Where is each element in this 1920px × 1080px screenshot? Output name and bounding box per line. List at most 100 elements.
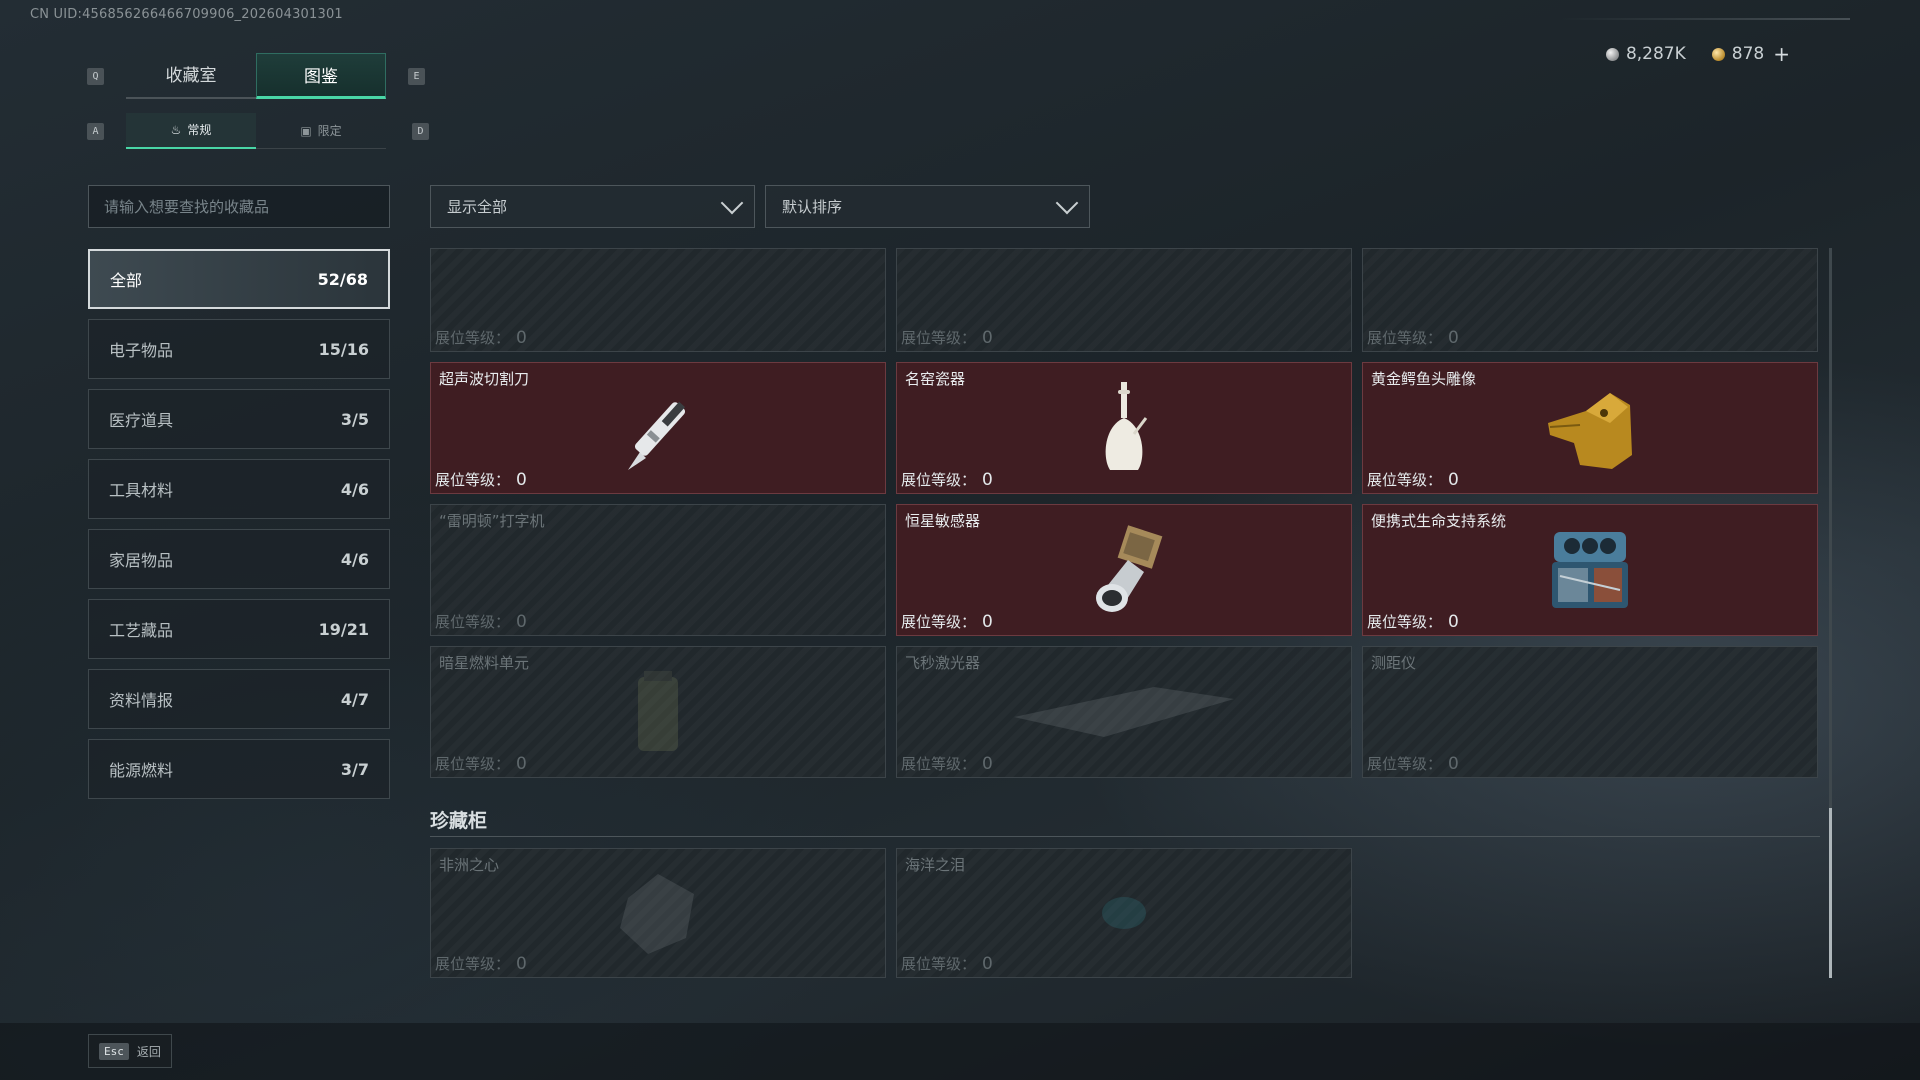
category-label: 家居物品	[109, 551, 174, 570]
filter-dropdown[interactable]: 显示全部	[430, 185, 755, 228]
category-label: 工具材料	[109, 481, 174, 500]
card-level: 展位等级： 0	[435, 954, 527, 974]
card-level: 展位等级： 0	[901, 612, 993, 632]
card-name: 超声波切割刀	[439, 370, 530, 388]
filter-dropdown-value: 显示全部	[447, 198, 508, 216]
silver-coin-icon	[1605, 47, 1619, 61]
card-name: “雷明顿”打字机	[439, 512, 545, 530]
category-label: 全部	[110, 271, 143, 290]
scrollbar[interactable]	[1829, 248, 1832, 978]
category-label: 医疗道具	[109, 411, 174, 430]
card-name: 恒星敏感器	[905, 512, 981, 530]
category-crafts[interactable]: 工艺藏品 19/21	[88, 599, 390, 659]
collection-card[interactable]: 展位等级： 0	[430, 248, 886, 352]
card-name: 测距仪	[1371, 654, 1417, 672]
flame-icon: ♨	[170, 123, 182, 137]
tab-codex[interactable]: 图鉴	[256, 53, 386, 99]
category-all[interactable]: 全部 52/68	[88, 249, 390, 309]
cabinet-card[interactable]: 海洋之泪 展位等级： 0	[896, 848, 1352, 978]
card-level: 展位等级： 0	[1367, 470, 1459, 490]
card-level: 展位等级： 0	[901, 754, 993, 774]
card-level: 展位等级： 0	[1367, 328, 1459, 348]
collection-card[interactable]: 展位等级： 0	[896, 248, 1352, 352]
collection-card[interactable]: 黄金鳄鱼头雕像 展位等级： 0	[1362, 362, 1818, 494]
key-hint-prev-tab: Q	[87, 68, 104, 85]
category-label: 电子物品	[109, 341, 174, 360]
category-count: 3/5	[340, 409, 369, 429]
subtab-regular-label: 常规	[187, 123, 212, 137]
card-level: 展位等级： 0	[901, 328, 993, 348]
collection-card[interactable]: “雷明顿”打字机 展位等级： 0	[430, 504, 886, 636]
top-divider	[1560, 18, 1850, 20]
category-count: 4/6	[340, 549, 369, 569]
esc-key-hint: Esc	[99, 1042, 129, 1060]
search-input[interactable]	[88, 185, 390, 228]
category-label: 资料情报	[109, 691, 174, 710]
card-level: 展位等级： 0	[435, 612, 527, 632]
category-medical[interactable]: 医疗道具 3/5	[88, 389, 390, 449]
card-name: 名窑瓷器	[905, 370, 966, 388]
collection-card[interactable]: 飞秒激光器 展位等级： 0	[896, 646, 1352, 778]
category-count: 19/21	[318, 619, 369, 639]
card-name: 便携式生命支持系统	[1371, 512, 1507, 530]
key-hint-next-sub: D	[412, 123, 429, 140]
category-energy[interactable]: 能源燃料 3/7	[88, 739, 390, 799]
card-level: 展位等级： 0	[1367, 754, 1459, 774]
collection-card[interactable]: 暗星燃料单元 展位等级： 0	[430, 646, 886, 778]
currency-bar: 8,287K 878 +	[1605, 42, 1790, 66]
player-uid: CN UID:456856266466709906_202604301301	[30, 7, 343, 22]
collection-card[interactable]: 测距仪 展位等级： 0	[1362, 646, 1818, 778]
cabinet-card[interactable]: 非洲之心 展位等级： 0	[430, 848, 886, 978]
chevron-down-icon	[720, 191, 744, 214]
ultrasonic-knife-icon	[628, 401, 686, 470]
key-hint-prev-sub: A	[87, 123, 104, 140]
tab-collection-room[interactable]: 收藏室	[126, 53, 256, 99]
card-level: 展位等级： 0	[435, 328, 527, 348]
card-name: 暗星燃料单元	[439, 654, 530, 672]
category-count: 3/7	[340, 759, 369, 779]
card-level: 展位等级： 0	[435, 470, 527, 490]
silver-currency: 8,287K	[1605, 44, 1686, 64]
category-count: 52/68	[317, 269, 368, 289]
main-tabs: 收藏室 图鉴	[126, 53, 386, 99]
collection-card[interactable]: 超声波切割刀 展位等级： 0	[430, 362, 886, 494]
sub-tabs: ♨ 常规 ▣ 限定	[126, 113, 386, 149]
add-currency-button[interactable]: +	[1773, 42, 1790, 66]
porcelain-vase-icon	[1105, 382, 1148, 470]
category-list: 全部 52/68 电子物品 15/16 医疗道具 3/5 工具材料 4/6 家居物品 4/…	[88, 249, 390, 809]
diamond-icon	[620, 874, 694, 954]
category-count: 4/7	[340, 689, 369, 709]
category-count: 4/6	[340, 479, 369, 499]
sort-dropdown-value: 默认排序	[782, 198, 843, 216]
subtab-limited[interactable]: ▣ 限定	[256, 113, 386, 149]
category-tools[interactable]: 工具材料 4/6	[88, 459, 390, 519]
category-electronics[interactable]: 电子物品 15/16	[88, 319, 390, 379]
silver-amount: 8,287K	[1625, 44, 1686, 64]
footer-bar	[0, 1023, 1920, 1080]
image-icon: ▣	[300, 123, 312, 138]
collection-card[interactable]: 便携式生命支持系统 展位等级： 0	[1362, 504, 1818, 636]
collection-card[interactable]: 名窑瓷器 展位等级： 0	[896, 362, 1352, 494]
category-label: 能源燃料	[109, 761, 174, 780]
subtab-regular[interactable]: ♨ 常规	[126, 113, 256, 149]
section-divider	[430, 836, 1820, 837]
category-household[interactable]: 家居物品 4/6	[88, 529, 390, 589]
card-name: 黄金鳄鱼头雕像	[1371, 370, 1477, 388]
laser-icon	[1014, 687, 1234, 737]
category-label: 工艺藏品	[109, 621, 174, 640]
fuel-cell-icon	[638, 671, 678, 751]
card-name: 海洋之泪	[905, 856, 966, 874]
subtab-limited-label: 限定	[317, 123, 342, 138]
star-sensor-icon	[1096, 525, 1163, 612]
gold-amount: 878	[1731, 44, 1765, 64]
collection-card[interactable]: 展位等级： 0	[1362, 248, 1818, 352]
card-level: 展位等级： 0	[435, 754, 527, 774]
sort-dropdown[interactable]: 默认排序	[765, 185, 1090, 228]
collection-card[interactable]: 恒星敏感器 展位等级： 0	[896, 504, 1352, 636]
cabinet-section-title: 珍藏柜	[430, 810, 488, 832]
gold-crocodile-icon	[1548, 393, 1632, 469]
category-intel[interactable]: 资料情报 4/7	[88, 669, 390, 729]
scrollbar-thumb[interactable]	[1829, 808, 1832, 978]
back-button[interactable]: Esc 返回	[88, 1034, 172, 1068]
category-count: 15/16	[318, 339, 369, 359]
